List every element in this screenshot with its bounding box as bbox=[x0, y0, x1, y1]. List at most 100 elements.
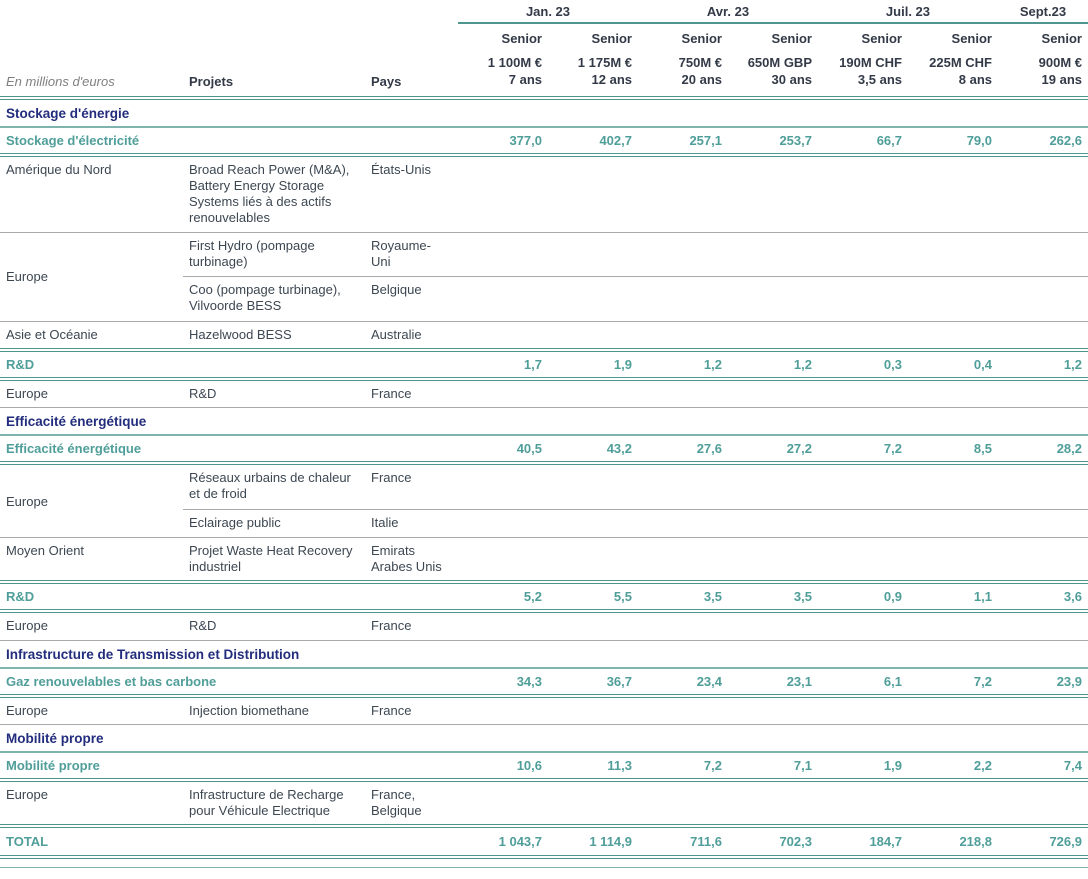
subtotal-label: R&D bbox=[0, 584, 458, 609]
total-label: TOTAL bbox=[0, 828, 458, 855]
group-subrow: Coo (pompage turbinage), Vilvoorde BESS … bbox=[183, 276, 1088, 321]
value-cell: 7,2 bbox=[818, 437, 908, 460]
region-cell: Europe bbox=[0, 698, 183, 724]
group-row-europe-efficacite: Europe Réseaux urbains de chaleur et de … bbox=[0, 465, 1088, 538]
country-cell: France bbox=[365, 613, 458, 639]
region-cell: Europe bbox=[0, 782, 183, 825]
group-subrows: First Hydro (pompage turbinage) Royaume-… bbox=[183, 233, 1088, 321]
country-cell: Emirats Arabes Unis bbox=[365, 538, 458, 581]
value-cell: 8,5 bbox=[908, 437, 998, 460]
empty-values bbox=[458, 277, 1088, 321]
value-cell: 40,5 bbox=[458, 437, 548, 460]
section-row-infrastructure: Infrastructure de Transmission et Distri… bbox=[0, 641, 1088, 669]
col-header-pays: Pays bbox=[365, 70, 458, 96]
seniority-col-2: Senior bbox=[548, 24, 638, 50]
subtotal-label: Efficacité énergétique bbox=[0, 436, 458, 461]
region-cell: Europe bbox=[0, 381, 183, 407]
value-cell: 377,0 bbox=[458, 129, 548, 152]
section-row-stockage-energie: Stockage d'énergie bbox=[0, 100, 1088, 128]
value-cell: 2,2 bbox=[908, 754, 998, 777]
project-cell: Coo (pompage turbinage), Vilvoorde BESS bbox=[183, 277, 365, 321]
value-cell: 27,2 bbox=[728, 437, 818, 460]
value-cell: 7,4 bbox=[998, 754, 1088, 777]
project-cell: First Hydro (pompage turbinage) bbox=[183, 233, 365, 277]
subtotal-row-gaz-renouvelables: Gaz renouvelables et bas carbone 34,3 36… bbox=[0, 669, 1088, 698]
value-cell: 23,1 bbox=[728, 670, 818, 693]
tranche-amount: 750M € bbox=[644, 54, 722, 72]
country-text: Australie bbox=[371, 327, 422, 343]
subtotal-row-efficacite-energetique: Efficacité énergétique 40,5 43,2 27,6 27… bbox=[0, 436, 1088, 465]
total-value-cell: 711,6 bbox=[638, 830, 728, 853]
tranche-tenor: 3,5 ans bbox=[824, 71, 902, 89]
value-cell: 1,7 bbox=[458, 353, 548, 376]
seniority-spacer bbox=[0, 24, 458, 50]
date-group-sept23: Sept.23 bbox=[998, 4, 1088, 19]
value-cell: 5,5 bbox=[548, 585, 638, 608]
value-cell: 257,1 bbox=[638, 129, 728, 152]
country-cell: Australie bbox=[365, 322, 458, 348]
value-cell: 43,2 bbox=[548, 437, 638, 460]
value-cell: 34,3 bbox=[458, 670, 548, 693]
country-text: France bbox=[371, 470, 411, 486]
value-cell: 6,1 bbox=[818, 670, 908, 693]
detail-row-europe-rd-1: Europe R&D France bbox=[0, 381, 1088, 408]
total-value-cell: 218,8 bbox=[908, 830, 998, 853]
country-cell: France bbox=[365, 698, 458, 724]
region-cell: Europe bbox=[0, 233, 183, 321]
seniority-col-1: Senior bbox=[458, 24, 548, 50]
country-cell: France bbox=[365, 465, 458, 509]
date-group-avr23: Avr. 23 bbox=[638, 4, 818, 19]
value-cell: 1,9 bbox=[548, 353, 638, 376]
project-cell: R&D bbox=[183, 381, 365, 407]
country-text: Royaume-Uni bbox=[371, 238, 447, 271]
value-cell: 1,1 bbox=[908, 585, 998, 608]
value-cell: 27,6 bbox=[638, 437, 728, 460]
value-cell: 1,2 bbox=[728, 353, 818, 376]
total-value-cell: 726,9 bbox=[998, 830, 1088, 853]
section-row-mobilite-propre: Mobilité propre bbox=[0, 725, 1088, 753]
tranche-tenor: 8 ans bbox=[914, 71, 992, 89]
tranche-col-7: 900M €19 ans bbox=[998, 50, 1088, 96]
region-cell: Moyen Orient bbox=[0, 538, 183, 581]
tranche-col-5: 190M CHF3,5 ans bbox=[818, 50, 908, 96]
seniority-col-4: Senior bbox=[728, 24, 818, 50]
value-cell: 23,9 bbox=[998, 670, 1088, 693]
detail-row-moyen-orient: Moyen Orient Projet Waste Heat Recovery … bbox=[0, 538, 1088, 581]
tranche-col-4: 650M GBP30 ans bbox=[728, 50, 818, 96]
total-value-cell: 702,3 bbox=[728, 830, 818, 853]
col-header-projets: Projets bbox=[183, 70, 365, 96]
country-text: France bbox=[371, 618, 411, 634]
region-cell: Europe bbox=[0, 465, 183, 537]
value-cell: 36,7 bbox=[548, 670, 638, 693]
country-cell: Royaume-Uni bbox=[365, 233, 458, 277]
empty-values bbox=[458, 465, 1088, 509]
tranche-col-3: 750M €20 ans bbox=[638, 50, 728, 96]
country-cell: États-Unis bbox=[365, 157, 458, 232]
subtotal-label: R&D bbox=[0, 352, 458, 377]
tranche-tenor: 12 ans bbox=[554, 71, 632, 89]
subtotal-label: Gaz renouvelables et bas carbone bbox=[0, 669, 458, 694]
value-cell: 79,0 bbox=[908, 129, 998, 152]
value-cell: 0,3 bbox=[818, 353, 908, 376]
country-text: Emirats Arabes Unis bbox=[371, 543, 447, 576]
value-cell: 0,4 bbox=[908, 353, 998, 376]
column-header-row: En millions d'euros Projets Pays 1 100M … bbox=[0, 50, 1088, 100]
section-row-efficacite-energetique: Efficacité énergétique bbox=[0, 408, 1088, 436]
subtotal-row-mobilite-propre: Mobilité propre 10,6 11,3 7,2 7,1 1,9 2,… bbox=[0, 753, 1088, 782]
value-cell: 1,2 bbox=[998, 353, 1088, 376]
detail-row-infra-recharge: Europe Infrastructure de Recharge pour V… bbox=[0, 782, 1088, 825]
value-cell: 3,5 bbox=[638, 585, 728, 608]
value-cell: 3,6 bbox=[998, 585, 1088, 608]
total-row: TOTAL 1 043,7 1 114,9 711,6 702,3 184,7 … bbox=[0, 824, 1088, 859]
seniority-col-7: Senior bbox=[998, 24, 1088, 50]
tranche-tenor: 7 ans bbox=[464, 71, 542, 89]
date-group-juil23: Juil. 23 bbox=[818, 4, 998, 19]
seniority-col-3: Senior bbox=[638, 24, 728, 50]
tranche-amount: 190M CHF bbox=[824, 54, 902, 72]
group-row-europe-stockage: Europe First Hydro (pompage turbinage) R… bbox=[0, 233, 1088, 322]
seniority-row: Senior Senior Senior Senior Senior Senio… bbox=[0, 24, 1088, 50]
value-cell: 262,6 bbox=[998, 129, 1088, 152]
value-cell: 253,7 bbox=[728, 129, 818, 152]
group-subrows: Réseaux urbains de chaleur et de froid F… bbox=[183, 465, 1088, 537]
detail-row-europe-rd-2: Europe R&D France bbox=[0, 613, 1088, 640]
